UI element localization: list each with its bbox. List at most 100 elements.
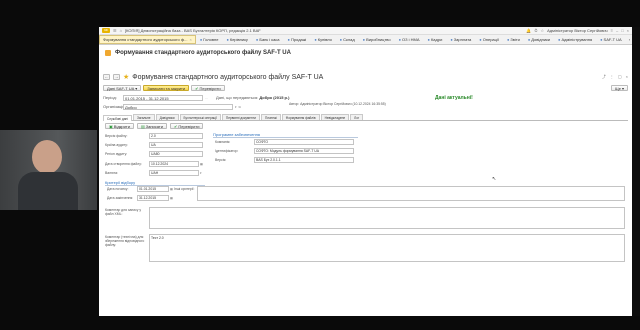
close-tab-icon[interactable]: × xyxy=(189,37,191,42)
save-icon: ▤ xyxy=(140,123,145,129)
menu-item-admin[interactable]: ● Адміністрування xyxy=(554,35,596,44)
calendar-icon[interactable]: ▦ xyxy=(200,162,203,166)
software-version-input[interactable]: BAS Бух 2.0.1.1 xyxy=(254,157,354,163)
basket-icon: ● xyxy=(314,37,317,42)
star-icon[interactable]: ☆ xyxy=(540,28,544,33)
start-calendar-icon[interactable]: ▦ xyxy=(170,187,173,191)
menu-item-operations[interactable]: ● Операції xyxy=(475,35,503,44)
tab-service-data[interactable]: Службові дані xyxy=(103,115,132,121)
asset-icon: ● xyxy=(398,37,402,42)
tab-primary-docs[interactable]: Первинні документи xyxy=(221,114,260,120)
window-title: [КОПІЯ] Демонстраційна база - BAS Бухгал… xyxy=(125,28,261,33)
org-open-icon[interactable]: ⧉ xyxy=(239,105,241,109)
menu-icon[interactable]: ☰ xyxy=(113,28,117,33)
period-select-icon[interactable]: … xyxy=(205,96,208,100)
country-input[interactable]: UA xyxy=(149,142,203,148)
file-comment-label: Коментар (технічна) для збереження відпо… xyxy=(105,235,145,247)
tab-command-bar: ▣ Відкрити ▤ Записати ✔ Перевірити xyxy=(105,123,204,130)
chart-icon: ● xyxy=(226,37,229,42)
box-icon: ● xyxy=(339,37,343,42)
menu-item-sales[interactable]: ● Продажі xyxy=(284,35,311,44)
file-version-input[interactable]: 2.0 xyxy=(149,133,203,139)
menu-item-hr[interactable]: ● Кадри xyxy=(424,35,447,44)
saft-data-button[interactable]: Дані SAF-T UA ▾ xyxy=(103,85,142,91)
people-icon: ● xyxy=(427,37,430,42)
create-date-input[interactable]: 10.12.2024 xyxy=(149,161,199,167)
region-input[interactable]: UA80 xyxy=(149,151,203,157)
menu-item-manager[interactable]: ● Керівнику xyxy=(222,35,251,44)
end-date-label: Дата закінчення: xyxy=(107,196,134,200)
back-button[interactable]: ← xyxy=(103,74,110,80)
other-criteria-area[interactable] xyxy=(197,186,625,201)
menu-item-bank[interactable]: ● Банк і каса xyxy=(252,35,284,44)
file-version-label: Версія файлу: xyxy=(105,134,128,138)
menu-item-saft[interactable]: ● SAF-T UA xyxy=(596,35,626,44)
end-date-input[interactable]: 31.12.2015 xyxy=(137,195,169,201)
tab-log[interactable]: Лог xyxy=(350,114,364,120)
verify-button[interactable]: ✔ Перевірити xyxy=(169,123,204,129)
settings-icon[interactable]: ≡ xyxy=(611,28,613,33)
book-icon: ● xyxy=(527,37,531,42)
tab-general[interactable]: Загальне xyxy=(132,114,155,120)
menu-item-main[interactable]: ● Головне xyxy=(196,35,223,44)
currency-dropdown-icon[interactable]: ▾ xyxy=(200,171,202,175)
menu-item-purchases[interactable]: ● Купівля xyxy=(310,35,335,44)
link-icon[interactable]: ⤴ xyxy=(602,74,606,80)
menu-item-reports[interactable]: ● Звіти xyxy=(503,35,524,44)
minimize-icon[interactable]: – xyxy=(616,28,618,33)
favorite-star-icon[interactable]: ★ xyxy=(123,73,129,81)
currency-input[interactable]: UAH xyxy=(149,170,199,176)
org-dropdown-icon[interactable]: ▾ xyxy=(235,105,237,109)
more-button[interactable]: Ще ▾ xyxy=(611,85,628,91)
webcam-person-body xyxy=(18,172,78,210)
restore-icon[interactable]: ▢ xyxy=(618,74,622,80)
app-logo: 1С xyxy=(102,28,110,33)
main-menu: Формування стандартного аудиторського ф.… xyxy=(99,35,632,45)
tab-file-generation[interactable]: Формування файлів xyxy=(281,114,320,120)
tab-accounting-ops[interactable]: Бухгалтерські операції xyxy=(179,114,221,120)
xml-comment-area[interactable] xyxy=(149,207,625,229)
tab-urgent[interactable]: Невідкладене xyxy=(320,114,350,120)
open-tab[interactable]: Формування стандартного аудиторського ф.… xyxy=(99,35,196,44)
record-button[interactable]: ▤ Записати xyxy=(136,123,167,129)
more-vertical-icon[interactable]: ⋮ xyxy=(610,74,614,80)
bell-icon[interactable]: 🔔 xyxy=(526,28,531,33)
user-name[interactable]: Адміністратор Віктор Сергійович xyxy=(547,28,608,33)
file-comment-area[interactable]: Тест 2.0 xyxy=(149,234,625,262)
money-icon: ● xyxy=(450,37,453,42)
software-id-input[interactable]: СОФТО: Модуль формування SAF-T UA xyxy=(254,148,354,154)
menu-item-directories[interactable]: ● Довідники xyxy=(524,35,554,44)
period-label: Період: xyxy=(103,95,117,100)
forward-button[interactable]: → xyxy=(113,74,120,80)
start-date-input[interactable]: 01.01.2015 xyxy=(137,186,169,192)
document-header-title: Формування стандартного аудиторського фа… xyxy=(115,50,291,56)
ops-icon: ● xyxy=(479,37,482,42)
start-date-label: Дата початку: xyxy=(107,187,129,191)
check-button[interactable]: ✔ Перевірити xyxy=(191,85,225,91)
menu-item-assets[interactable]: ● ОЗ і НМА xyxy=(395,35,424,44)
tab-directories[interactable]: Довідники xyxy=(155,114,179,120)
menu-item-production[interactable]: ● Виробництво xyxy=(359,35,395,44)
home-icon[interactable]: ⌂ xyxy=(120,28,122,33)
company-input[interactable]: СОФТО xyxy=(254,139,354,145)
software-version-label: Версія: xyxy=(215,158,227,162)
close-form-icon[interactable]: × xyxy=(626,74,628,80)
menu-item-salary[interactable]: ● Зарплата xyxy=(446,35,475,44)
save-close-button[interactable]: Записати та закрити xyxy=(143,85,190,91)
end-calendar-icon[interactable]: ▦ xyxy=(170,196,173,200)
company-label: Компанія: xyxy=(215,140,231,144)
close-icon[interactable]: × xyxy=(627,28,629,33)
tab-payments[interactable]: Платежі xyxy=(260,114,281,120)
menu-item-warehouse[interactable]: ● Склад xyxy=(336,35,359,44)
report-icon: ● xyxy=(506,37,510,42)
open-button[interactable]: ▣ Відкрити xyxy=(105,123,134,129)
transferred-data-value[interactable]: Добро (2015 р.) xyxy=(259,95,289,100)
history-icon[interactable]: ⏱ xyxy=(534,28,537,33)
maximize-icon[interactable]: □ xyxy=(621,28,623,33)
org-input[interactable]: Добро xyxy=(123,103,233,110)
title-bar: 1С ☰ ⌂ [КОПІЯ] Демонстраційна база - BAS… xyxy=(99,27,632,35)
transferred-data: Дані, що передаються: Добро (2015 р.) xyxy=(216,95,290,100)
period-input[interactable]: 01.01.2015 - 31.12.2015 xyxy=(123,94,203,101)
form-title: Формування стандартного аудиторського фа… xyxy=(132,73,324,81)
form-window-controls: ⤴ ⋮ ▢ × xyxy=(602,74,628,80)
